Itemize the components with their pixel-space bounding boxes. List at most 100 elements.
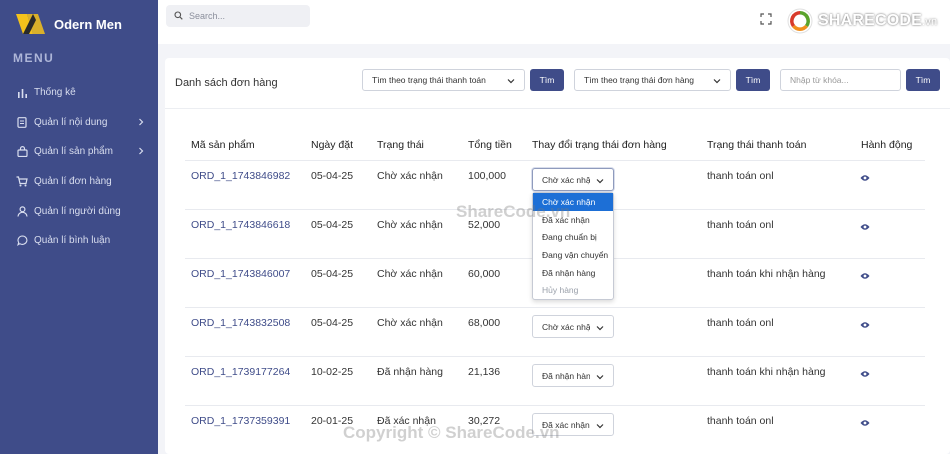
view-eye-icon[interactable] xyxy=(860,218,870,236)
column-header: Trạng thái xyxy=(377,139,424,151)
order-status-filter-label: Tìm theo trạng thái đơn hàng xyxy=(584,75,695,85)
column-header: Thay đổi trạng thái đơn hàng xyxy=(532,139,667,151)
order-date: 10-02-25 xyxy=(311,366,354,378)
view-eye-icon[interactable] xyxy=(860,365,870,383)
sidebar-item-statistics[interactable]: Thống kê xyxy=(0,78,158,108)
sidebar-item-label: Quản lí người dùng xyxy=(34,205,121,217)
payment-status: thanh toán onl xyxy=(707,170,774,182)
search-box[interactable] xyxy=(166,5,310,27)
search-order-button[interactable]: Tìm xyxy=(736,69,770,91)
order-total: 21,136 xyxy=(468,366,501,378)
order-status-select-value: Đã nhận hàng xyxy=(542,370,590,381)
column-header: Mã sản phẩm xyxy=(191,139,255,151)
dropdown-option[interactable]: Đã nhận hàng xyxy=(533,264,613,282)
row-divider xyxy=(185,160,925,161)
sidebar-item-label: Quản lí bình luận xyxy=(34,235,111,247)
chevron-down-icon xyxy=(713,76,721,86)
sidebar-item-comments[interactable]: Quản lí bình luận xyxy=(0,226,158,256)
logo-text-domain: .vn xyxy=(922,16,938,28)
view-eye-icon[interactable] xyxy=(860,316,870,334)
payment-status: thanh toán khi nhận hàng xyxy=(707,268,826,280)
divider xyxy=(165,108,950,109)
order-status-select[interactable]: Chờ xác nhận xyxy=(532,168,614,191)
brand-logo-icon xyxy=(14,10,48,38)
sidebar-item-label: Quản lí đơn hàng xyxy=(34,176,112,188)
order-code-link[interactable]: ORD_1_1743832508 xyxy=(191,317,290,329)
order-status-filter[interactable]: Tìm theo trạng thái đơn hàng xyxy=(574,69,731,91)
page-title: Danh sách đơn hàng xyxy=(175,77,278,89)
payment-status: thanh toán onl xyxy=(707,415,774,427)
sidebar-item-products[interactable]: Quản lí sản phẩm xyxy=(0,137,158,167)
sidebar-item-content[interactable]: Quản lí nội dung xyxy=(0,108,158,138)
order-total: 60,000 xyxy=(468,268,501,280)
sharecode-logo-icon xyxy=(787,8,813,34)
view-eye-icon[interactable] xyxy=(860,267,870,285)
sidebar-item-label: Thống kê xyxy=(34,87,76,99)
order-date: 05-04-25 xyxy=(311,219,354,231)
search-input[interactable] xyxy=(189,11,299,21)
order-total: 68,000 xyxy=(468,317,501,329)
sidebar-item-label: Quản lí sản phẩm xyxy=(34,146,113,158)
search-icon xyxy=(174,7,183,25)
dropdown-option: Hủy hàng xyxy=(542,285,579,296)
topbar: SHARECODE.vn xyxy=(158,0,950,44)
column-header: Trạng thái thanh toán xyxy=(707,139,807,151)
order-date: 05-04-25 xyxy=(311,317,354,329)
chevron-down-icon xyxy=(596,372,604,382)
document-icon xyxy=(15,115,29,129)
keyword-input[interactable] xyxy=(780,69,901,91)
sidebar-item-label: Quản lí nội dung xyxy=(34,116,108,128)
row-divider xyxy=(185,405,925,406)
bar-chart-icon xyxy=(15,86,29,100)
order-status-select[interactable]: Chờ xác nhận xyxy=(532,315,614,338)
comment-icon xyxy=(15,234,29,248)
sidebar-nav: Thống kê Quản lí nội dung Quản lí sản ph… xyxy=(0,78,158,256)
menu-title: MENU xyxy=(13,51,55,65)
user-icon xyxy=(15,204,29,218)
order-status: Đã nhận hàng xyxy=(377,366,443,378)
order-status-select-value: Chờ xác nhận xyxy=(542,321,590,332)
sharecode-logo: SHARECODE.vn xyxy=(786,6,937,36)
chevron-down-icon xyxy=(596,323,604,333)
order-code-link[interactable]: ORD_1_1743846618 xyxy=(191,219,290,231)
fullscreen-icon[interactable] xyxy=(760,12,772,30)
chevron-right-icon xyxy=(138,118,144,129)
payment-status-filter[interactable]: Tìm theo trạng thái thanh toán xyxy=(362,69,525,91)
order-status: Chờ xác nhận xyxy=(377,317,443,329)
chevron-right-icon xyxy=(138,147,144,158)
order-code-link[interactable]: ORD_1_1739177264 xyxy=(191,366,290,378)
brand[interactable]: Odern Men xyxy=(14,10,122,38)
order-code-link[interactable]: ORD_1_1743846007 xyxy=(191,268,290,280)
order-date: 05-04-25 xyxy=(311,268,354,280)
watermark-copyright: Copyright © ShareCode.vn xyxy=(343,423,560,442)
row-divider xyxy=(185,356,925,357)
column-header: Tổng tiền xyxy=(468,139,512,151)
dropdown-option[interactable]: Đang chuẩn bị xyxy=(533,228,613,246)
chevron-down-icon xyxy=(507,76,515,86)
payment-status-filter-label: Tìm theo trạng thái thanh toán xyxy=(372,75,486,85)
order-code-link[interactable]: ORD_1_1743846982 xyxy=(191,170,290,182)
order-status: Chờ xác nhận xyxy=(377,219,443,231)
brand-name: Odern Men xyxy=(54,16,122,32)
order-status: Chờ xác nhận xyxy=(377,268,443,280)
orders-card: Danh sách đơn hàng Tìm theo trạng thái t… xyxy=(165,58,950,454)
view-eye-icon[interactable] xyxy=(860,414,870,432)
search-payment-button[interactable]: Tìm xyxy=(530,69,564,91)
dropdown-option[interactable]: Đang vận chuyển xyxy=(533,246,613,264)
view-eye-icon[interactable] xyxy=(860,169,870,187)
column-header: Hành động xyxy=(861,139,913,151)
order-code-link[interactable]: ORD_1_1737359391 xyxy=(191,415,290,427)
chevron-down-icon xyxy=(596,176,604,186)
bag-icon xyxy=(15,145,29,159)
order-status: Chờ xác nhận xyxy=(377,170,443,182)
payment-status: thanh toán onl xyxy=(707,317,774,329)
payment-status: thanh toán onl xyxy=(707,219,774,231)
search-keyword-button[interactable]: Tìm xyxy=(906,69,940,91)
cart-icon xyxy=(15,175,29,189)
row-divider xyxy=(185,307,925,308)
order-status-select-value: Chờ xác nhận xyxy=(542,174,590,185)
sidebar-item-orders[interactable]: Quản lí đơn hàng xyxy=(0,167,158,197)
sharecode-logo-text: SHARECODE.vn xyxy=(818,12,937,30)
order-status-select[interactable]: Đã nhận hàng xyxy=(532,364,614,387)
sidebar-item-users[interactable]: Quản lí người dùng xyxy=(0,196,158,226)
